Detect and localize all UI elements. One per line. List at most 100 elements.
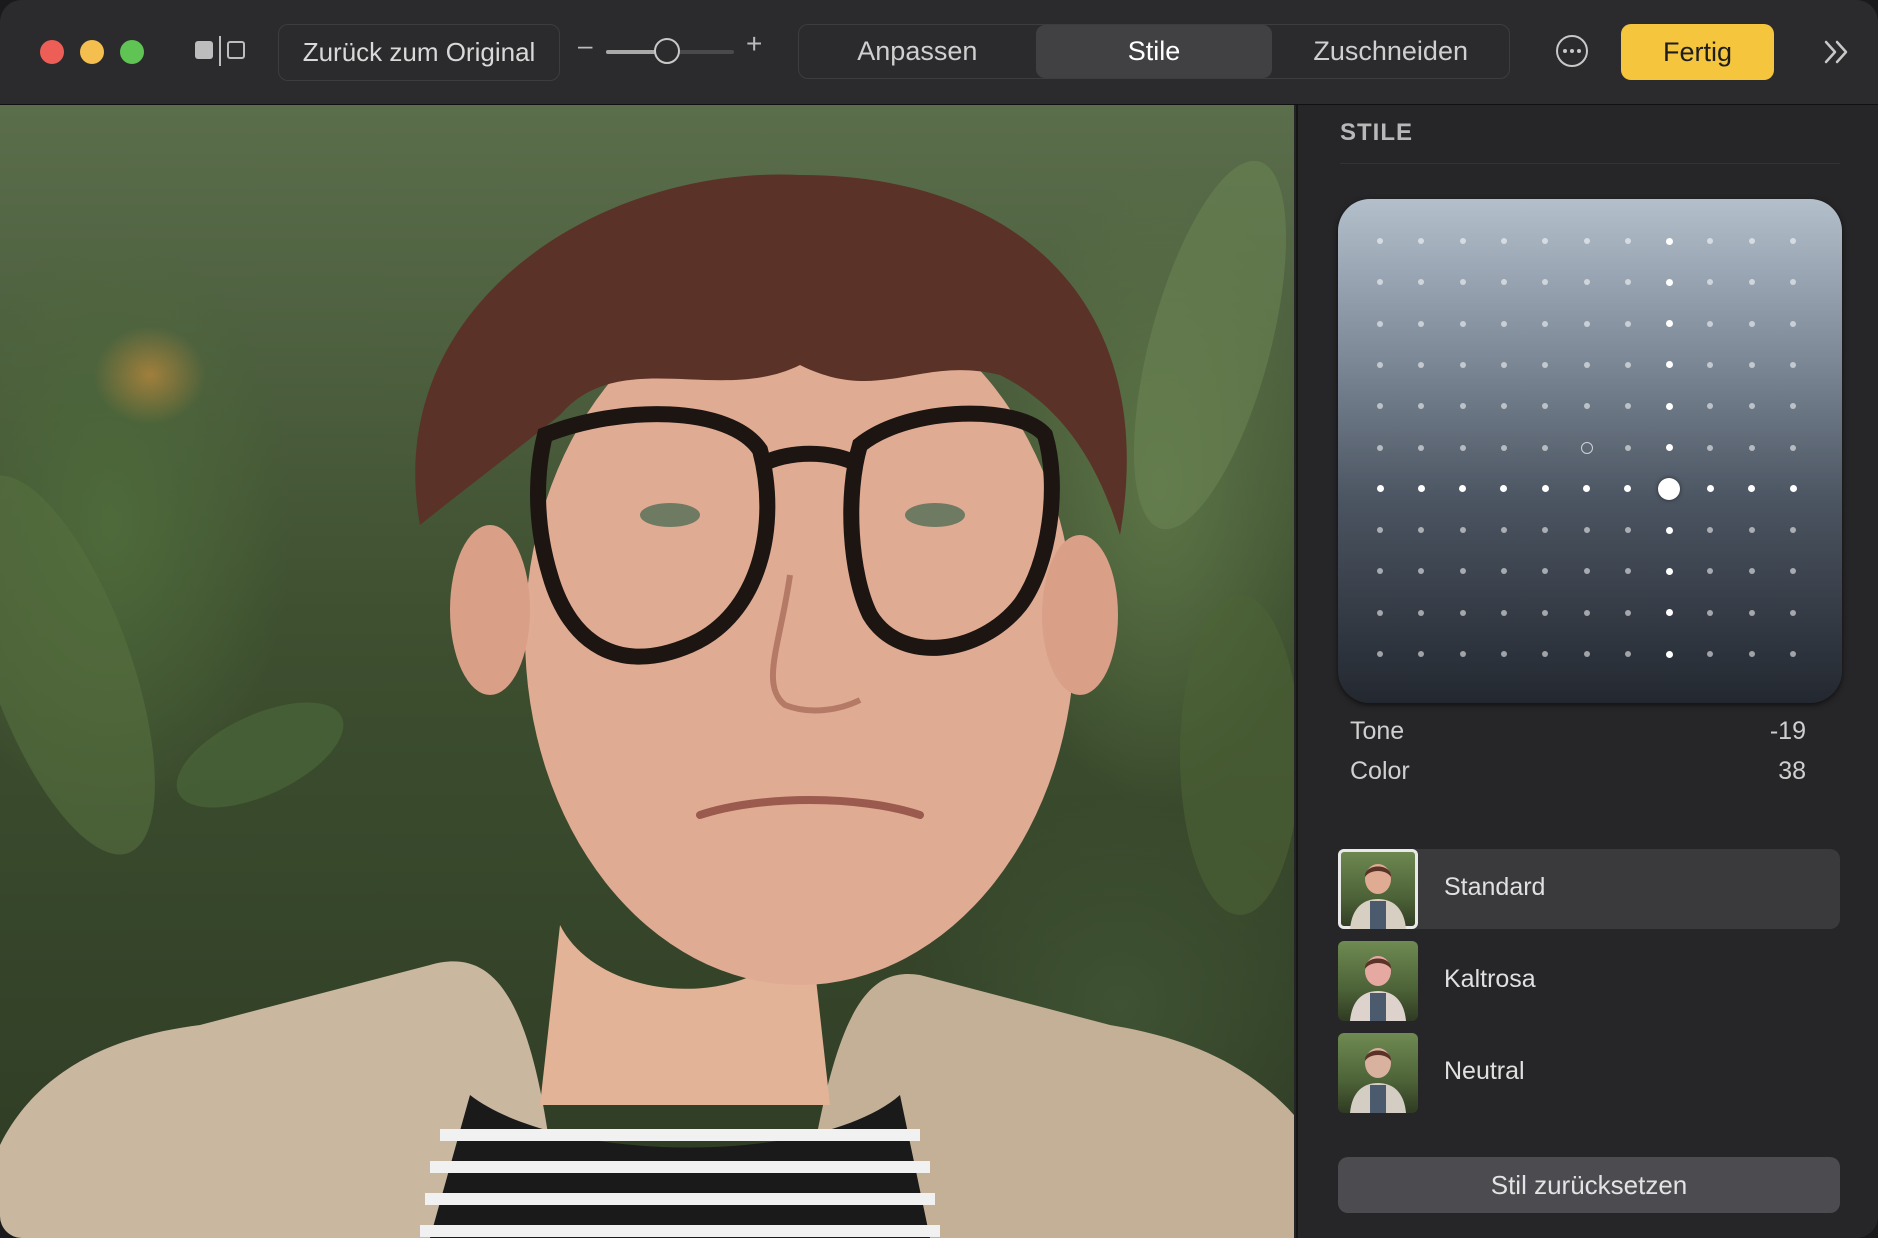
style-pad-dot — [1418, 279, 1425, 286]
style-item-neutral[interactable]: Neutral — [1338, 1033, 1840, 1113]
zoom-slider-knob[interactable] — [654, 38, 681, 64]
style-pad-dot — [1377, 651, 1383, 657]
style-pad-dot — [1790, 609, 1796, 616]
style-pad-dot — [1500, 609, 1507, 616]
style-pad-dot — [1790, 651, 1796, 657]
expand-sidebar-icon[interactable] — [1822, 34, 1852, 70]
style-pad-dot — [1583, 238, 1590, 244]
style-pad-dot — [1542, 320, 1549, 327]
style-pad-dot — [1377, 568, 1383, 575]
photo-canvas[interactable] — [0, 105, 1294, 1238]
style-item-standard[interactable]: Standard — [1338, 849, 1840, 929]
style-pad-dot — [1459, 568, 1466, 575]
style-pad-dot — [1707, 527, 1714, 534]
style-thumbnail — [1338, 1033, 1418, 1113]
tab-anpassen[interactable]: Anpassen — [799, 25, 1036, 78]
style-pad-dot — [1707, 361, 1714, 368]
style-pad-dot — [1418, 568, 1425, 575]
style-label: Standard — [1444, 873, 1546, 901]
style-pad-dot — [1665, 320, 1673, 328]
revert-to-original-button[interactable]: Zurück zum Original — [278, 24, 560, 81]
tab-stile[interactable]: Stile — [1035, 25, 1273, 78]
style-pad-dot — [1500, 568, 1507, 575]
param-row-color: Color 38 — [1350, 757, 1806, 786]
style-pad-dot — [1624, 361, 1631, 368]
style-pad-dot — [1624, 609, 1631, 616]
close-window-button[interactable] — [40, 40, 64, 64]
style-pad-dot — [1542, 403, 1549, 410]
style-pad-dot — [1790, 320, 1796, 327]
style-pad-dot — [1542, 527, 1549, 534]
style-pad-dot — [1459, 527, 1466, 534]
style-pad-dot — [1790, 444, 1796, 451]
zoom-window-button[interactable] — [120, 40, 144, 64]
style-pad-dot — [1624, 403, 1631, 410]
style-pad-dot — [1418, 361, 1425, 368]
style-pad-dot — [1665, 237, 1673, 245]
style-pad-dot — [1707, 609, 1714, 616]
style-pad-dot — [1418, 403, 1425, 410]
style-pad-dot — [1377, 444, 1383, 451]
style-pad-dot — [1418, 444, 1425, 451]
style-pad-dot — [1624, 444, 1631, 451]
divider — [1340, 163, 1840, 164]
style-pad-dot — [1665, 609, 1673, 617]
style-pad-dot — [1790, 403, 1796, 410]
style-pad-dot — [1748, 568, 1755, 575]
style-pad-dot — [1459, 651, 1466, 657]
style-pad-dot — [1377, 527, 1383, 534]
style-pad-dot — [1418, 609, 1425, 616]
style-pad-dot — [1583, 403, 1590, 410]
style-pad-dot — [1624, 568, 1631, 575]
style-item-kaltrosa[interactable]: Kaltrosa — [1338, 941, 1840, 1021]
compare-icon[interactable] — [195, 36, 247, 66]
style-pad-dot — [1790, 279, 1796, 286]
style-pad-dot — [1665, 650, 1673, 658]
style-pad-dot — [1624, 527, 1631, 534]
style-pad-dot — [1583, 609, 1590, 616]
style-pad-dot — [1377, 238, 1383, 244]
style-pad-dot — [1748, 279, 1755, 286]
style-pad-dot — [1624, 485, 1632, 493]
style-pad-dot — [1459, 403, 1466, 410]
zoom-in-label: + — [746, 28, 763, 59]
styles-sidebar: STILE Tone -19 Color 38 Standard Kaltros… — [1296, 105, 1878, 1238]
style-pad-dot — [1377, 361, 1383, 368]
style-pad-dot — [1542, 238, 1549, 244]
style-pad-dot — [1665, 361, 1673, 369]
style-pad-dot — [1459, 238, 1466, 244]
style-label: Neutral — [1444, 1057, 1525, 1085]
style-thumbnail — [1338, 941, 1418, 1021]
style-pad-dot — [1500, 651, 1507, 657]
style-pad-dot — [1665, 567, 1673, 575]
reset-style-button[interactable]: Stil zurücksetzen — [1338, 1157, 1840, 1213]
style-pad-dot — [1790, 527, 1796, 534]
done-button[interactable]: Fertig — [1621, 24, 1774, 80]
style-pad-dot — [1459, 320, 1466, 327]
style-pad-dot — [1459, 444, 1466, 451]
photos-edit-window: Zurück zum Original – + Anpassen Stile Z… — [0, 0, 1878, 1238]
style-pad-dot — [1500, 320, 1507, 327]
portrait-photo — [0, 160, 1294, 1238]
minimize-window-button[interactable] — [80, 40, 104, 64]
style-tone-color-pad[interactable] — [1338, 199, 1842, 703]
param-label: Color — [1350, 757, 1410, 785]
style-pad-dot — [1500, 527, 1507, 534]
style-pad-dot — [1377, 609, 1383, 616]
style-pad-dot — [1459, 361, 1466, 368]
param-label: Tone — [1350, 717, 1405, 745]
toolbar: Zurück zum Original – + Anpassen Stile Z… — [0, 0, 1878, 105]
style-pad-dot — [1500, 238, 1507, 244]
tab-zuschneiden[interactable]: Zuschneiden — [1272, 25, 1509, 78]
style-pad-dot — [1790, 361, 1796, 368]
style-pad-dot — [1542, 444, 1549, 451]
style-pad-dot — [1417, 485, 1425, 493]
style-pad-dot — [1665, 278, 1673, 286]
style-pad-dot — [1583, 361, 1590, 368]
style-pad-dot — [1583, 527, 1590, 534]
style-pad-dot — [1707, 444, 1714, 451]
style-pad-dot — [1418, 320, 1425, 327]
style-pad-handle[interactable] — [1658, 477, 1681, 500]
more-icon[interactable] — [1556, 35, 1588, 67]
style-pad-dot — [1583, 651, 1590, 657]
